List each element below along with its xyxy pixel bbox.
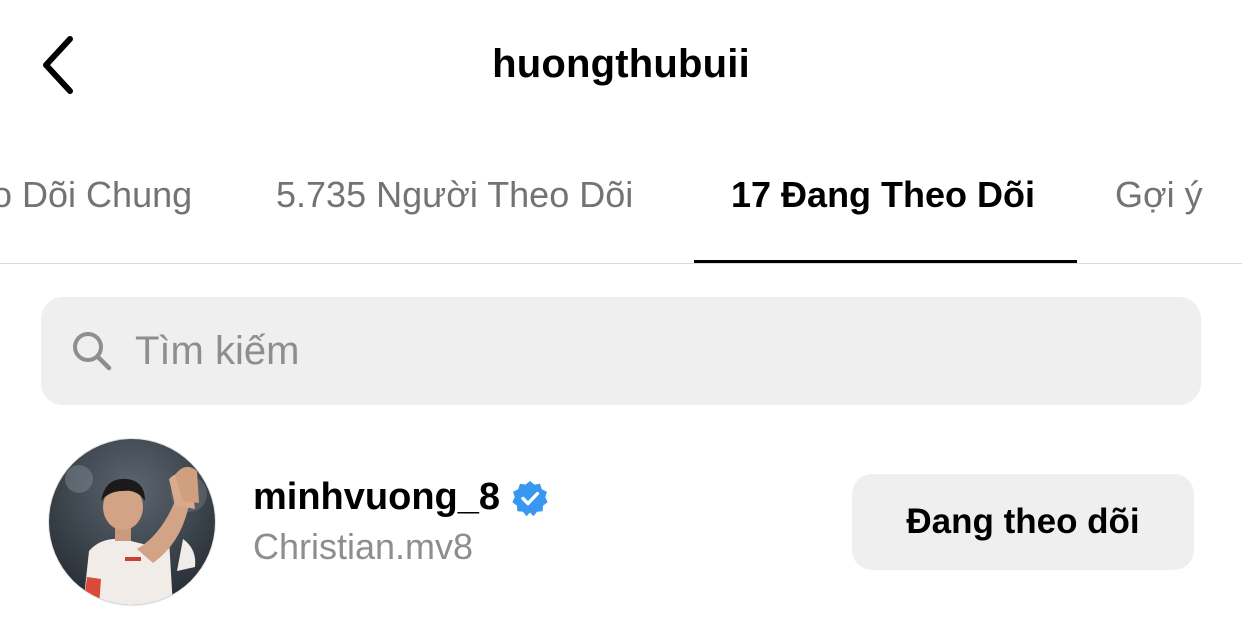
search-bar[interactable] [41,297,1201,405]
username-link[interactable]: minhvuong_8 [253,476,548,519]
following-button[interactable]: Đang theo dõi [852,474,1194,570]
tab-following[interactable]: 17 Đang Theo Dõi [731,174,1035,224]
verified-badge-icon [512,480,548,516]
active-tab-indicator [694,260,1077,263]
avatar[interactable] [48,438,216,606]
following-screen: huongthubuii o Dõi Chung 5.735 Người The… [0,0,1242,630]
tab-followers[interactable]: 5.735 Người Theo Dõi [276,174,633,224]
search-icon [71,330,113,372]
full-name: Christian.mv8 [253,526,474,567]
search-input[interactable] [135,328,1035,374]
page-title: huongthubuii [492,42,750,86]
username: minhvuong_8 [253,476,501,518]
tab-bar: o Dõi Chung 5.735 Người Theo Dõi 17 Đang… [0,150,1242,264]
tab-mutual-followers[interactable]: o Dõi Chung [0,174,192,224]
tab-suggestions[interactable]: Gợi ý [1115,174,1203,224]
